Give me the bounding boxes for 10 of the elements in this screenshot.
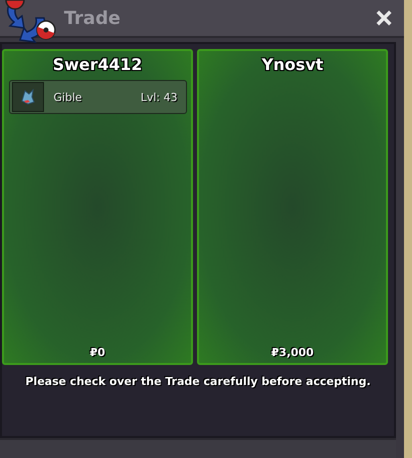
item-level: Lvl: 43 <box>140 90 178 104</box>
notice-text: Please check over the Trade carefully before accepting. <box>24 375 372 388</box>
close-icon[interactable] <box>376 10 392 26</box>
window-title: Trade <box>64 8 122 28</box>
trader-name: Swer4412 <box>52 55 142 74</box>
item-name: Gible <box>54 90 83 104</box>
offered-item[interactable]: Gible Lvl: 43 <box>8 80 186 114</box>
money-amount: ₽0 <box>90 346 106 359</box>
trader-name: Ynosvt <box>262 55 324 74</box>
money-amount: ₽3,000 <box>271 346 314 359</box>
